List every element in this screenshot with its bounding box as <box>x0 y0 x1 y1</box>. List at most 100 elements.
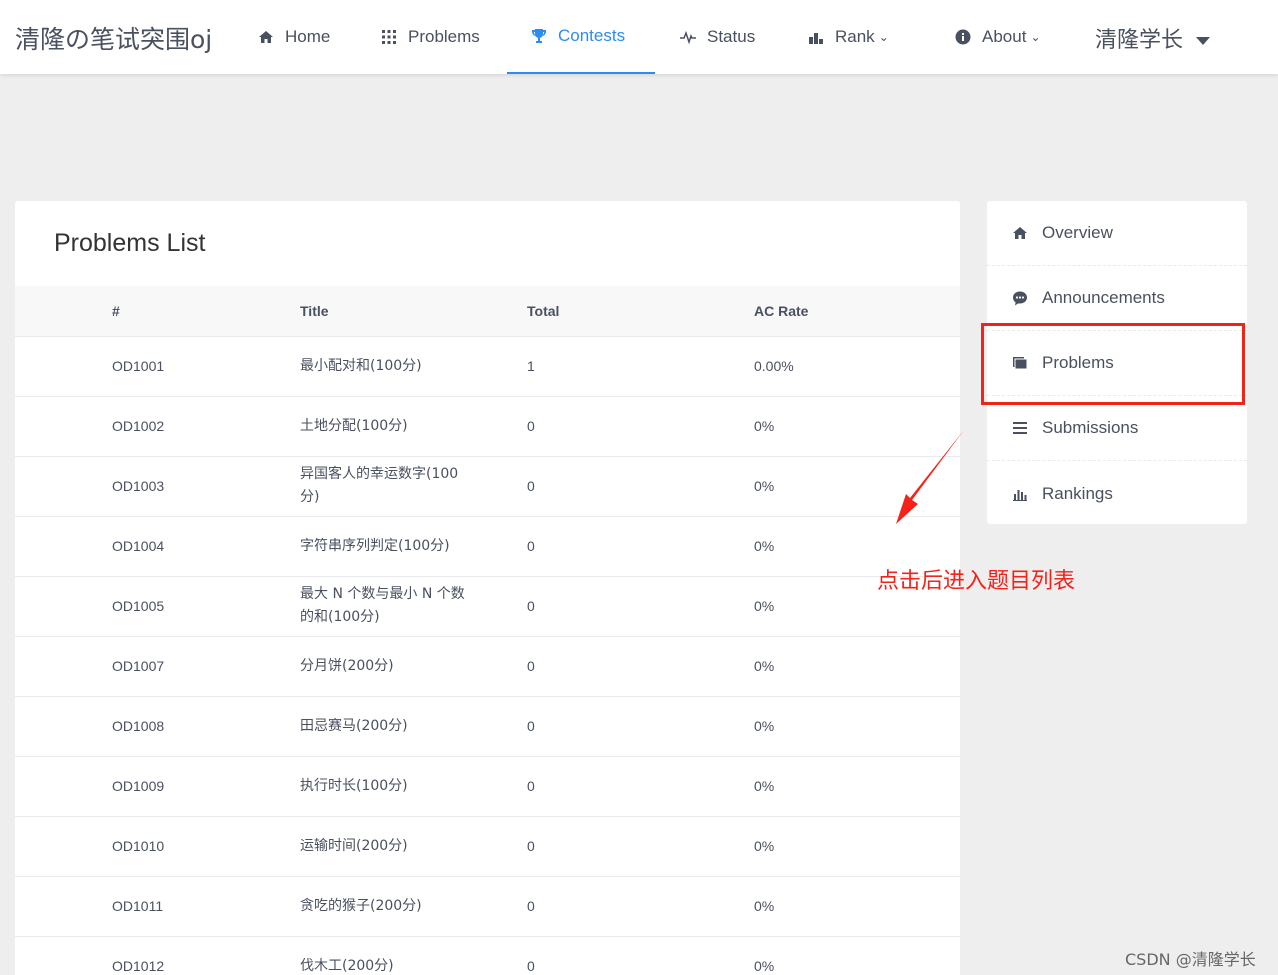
grid-icon <box>382 30 396 44</box>
info-icon <box>955 29 971 45</box>
problem-total: 1 <box>527 336 754 397</box>
problem-title-link[interactable]: 异国客人的幸运数字(100分) <box>300 456 527 517</box>
caret-down-icon <box>1196 37 1211 45</box>
side-item-announcements[interactable]: Announcements <box>987 266 1247 331</box>
problem-ac-rate: 0% <box>754 756 960 817</box>
annotation-arrow-icon <box>896 430 964 524</box>
trophy-icon <box>532 29 546 43</box>
side-item-label: Rankings <box>1042 483 1113 503</box>
problem-id: OD1005 <box>15 576 300 637</box>
nav-home[interactable]: Home <box>258 0 330 74</box>
nav-status-label: Status <box>707 27 756 46</box>
column-header-ac-rate[interactable]: AC Rate <box>754 286 960 337</box>
nav-status[interactable]: Status <box>680 0 755 74</box>
problem-id: OD1008 <box>15 696 300 757</box>
problems-table: # Title Total AC Rate OD1001 最小配对和(100分)… <box>15 286 960 975</box>
table-row[interactable]: OD1008 田忌赛马(200分) 0 0% <box>15 696 960 757</box>
nav-problems-label: Problems <box>408 27 480 46</box>
problem-title-link[interactable]: 分月饼(200分) <box>300 636 527 697</box>
side-item-label: Announcements <box>1042 288 1165 307</box>
problem-id: OD1011 <box>15 876 300 937</box>
side-item-rankings[interactable]: Rankings <box>987 461 1247 526</box>
problem-title-link[interactable]: 最小配对和(100分) <box>300 336 527 397</box>
problem-title-link[interactable]: 田忌赛马(200分) <box>300 696 527 757</box>
nav-contests[interactable]: Contests <box>507 0 655 74</box>
problem-title-link[interactable]: 运输时间(200分) <box>300 816 527 877</box>
column-header-id[interactable]: # <box>15 286 300 337</box>
nav-rank[interactable]: Rank ⌄ <box>808 0 889 74</box>
table-row[interactable]: OD1007 分月饼(200分) 0 0% <box>15 636 960 697</box>
problem-id: OD1012 <box>15 936 300 975</box>
problem-title-link[interactable]: 执行时长(100分) <box>300 756 527 817</box>
problem-total: 0 <box>527 516 754 577</box>
nav-rank-label: Rank <box>835 27 875 46</box>
problem-total: 0 <box>527 456 754 517</box>
nav-home-label: Home <box>285 27 331 46</box>
nav-about[interactable]: About ⌄ <box>955 0 1041 74</box>
table-row[interactable]: OD1004 字符串序列判定(100分) 0 0% <box>15 516 960 577</box>
side-item-label: Submissions <box>1042 418 1139 437</box>
problem-ac-rate: 0% <box>754 696 960 757</box>
site-logo[interactable]: 清隆の笔试突围oj <box>15 20 212 56</box>
problem-total: 0 <box>527 876 754 937</box>
table-row[interactable]: OD1001 最小配对和(100分) 1 0.00% <box>15 336 960 397</box>
problem-total: 0 <box>527 636 754 697</box>
pulse-icon <box>680 30 696 45</box>
chevron-down-icon: ⌄ <box>1030 30 1041 44</box>
problem-ac-rate: 0% <box>754 876 960 937</box>
table-row[interactable]: OD1011 贪吃的猴子(200分) 0 0% <box>15 876 960 937</box>
problems-panel: Problems List # Title Total AC Rate OD10… <box>15 201 960 975</box>
home-icon <box>1013 227 1027 239</box>
problem-id: OD1002 <box>15 396 300 457</box>
table-row[interactable]: OD1005 最大 N 个数与最小 N 个数的和(100分) 0 0% <box>15 576 960 637</box>
nav-contests-label: Contests <box>558 26 626 45</box>
problem-total: 0 <box>527 816 754 877</box>
chevron-down-icon: ⌄ <box>878 30 889 44</box>
column-header-total[interactable]: Total <box>527 286 754 337</box>
problem-total: 0 <box>527 396 754 457</box>
problem-total: 0 <box>527 696 754 757</box>
problem-id: OD1007 <box>15 636 300 697</box>
table-header-row: # Title Total AC Rate <box>15 286 960 337</box>
top-navbar: 清隆の笔试突围oj Home Problems Contests Status … <box>0 0 1278 74</box>
problem-id: OD1009 <box>15 756 300 817</box>
problem-total: 0 <box>527 576 754 637</box>
problem-id: OD1001 <box>15 336 300 397</box>
problem-id: OD1004 <box>15 516 300 577</box>
column-header-title[interactable]: Title <box>300 286 527 337</box>
table-row[interactable]: OD1010 运输时间(200分) 0 0% <box>15 816 960 877</box>
annotation-text: 点击后进入题目列表 <box>877 569 1076 594</box>
watermark: CSDN @清隆学长 <box>1125 950 1256 969</box>
side-item-label: Overview <box>1042 223 1113 242</box>
bar-chart-icon <box>809 33 823 44</box>
username: 清隆学长 <box>1095 28 1184 53</box>
problem-total: 0 <box>527 936 754 975</box>
table-row[interactable]: OD1003 异国客人的幸运数字(100分) 0 0% <box>15 456 960 517</box>
bar-chart-icon <box>1013 489 1027 501</box>
side-item-overview[interactable]: Overview <box>987 201 1247 266</box>
table-row[interactable]: OD1002 土地分配(100分) 0 0% <box>15 396 960 457</box>
problem-ac-rate: 0% <box>754 816 960 877</box>
problem-title-link[interactable]: 字符串序列判定(100分) <box>300 516 527 577</box>
problem-title-link[interactable]: 伐木工(200分) <box>300 936 527 975</box>
page-title: Problems List <box>54 229 206 257</box>
nav-about-label: About <box>982 27 1027 46</box>
problem-ac-rate: 0% <box>754 636 960 697</box>
side-item-submissions[interactable]: Submissions <box>987 396 1247 461</box>
table-row[interactable]: OD1009 执行时长(100分) 0 0% <box>15 756 960 817</box>
problem-title-link[interactable]: 最大 N 个数与最小 N 个数的和(100分) <box>300 576 527 637</box>
home-icon <box>259 31 273 43</box>
chat-icon <box>1013 291 1027 306</box>
user-menu[interactable]: 清隆学长 <box>1095 22 1211 54</box>
problem-id: OD1003 <box>15 456 300 517</box>
problem-title-link[interactable]: 土地分配(100分) <box>300 396 527 457</box>
nav-problems[interactable]: Problems <box>381 0 480 74</box>
problem-title-link[interactable]: 贪吃的猴子(200分) <box>300 876 527 937</box>
highlight-box <box>981 323 1245 405</box>
problem-ac-rate: 0% <box>754 936 960 975</box>
table-row[interactable]: OD1012 伐木工(200分) 0 0% <box>15 936 960 975</box>
problem-ac-rate: 0.00% <box>754 336 960 397</box>
problem-id: OD1010 <box>15 816 300 877</box>
list-icon <box>1013 422 1027 434</box>
problem-total: 0 <box>527 756 754 817</box>
